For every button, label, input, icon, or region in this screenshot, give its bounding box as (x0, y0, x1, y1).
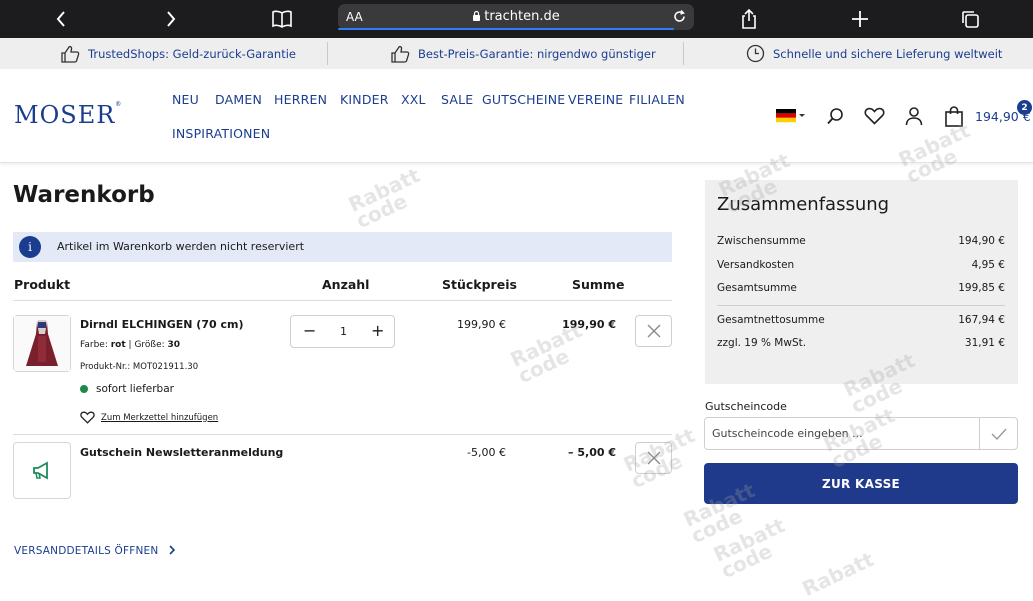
search-icon[interactable] (824, 105, 846, 127)
summary-row-total: Gesamtsumme 199,85 € (717, 282, 1005, 294)
nav-gutscheine[interactable]: GUTSCHEINE (482, 92, 565, 107)
german-flag-icon (776, 109, 805, 123)
checkout-button[interactable]: ZUR KASSE (704, 463, 1018, 504)
watermark: Rabatt (798, 547, 878, 601)
trust-divider (327, 42, 328, 65)
divider (13, 434, 672, 435)
close-icon (647, 451, 660, 465)
column-sum: Summe (572, 277, 625, 292)
order-summary: Zusammenfassung Zwischensumme 194,90 € Ve… (705, 180, 1018, 384)
product-image-dirndl[interactable] (13, 315, 71, 372)
watermark: Rabatt code (344, 162, 424, 234)
coupon-sum: – 5,00 € (568, 446, 616, 459)
quantity-stepper: − 1 + (290, 315, 395, 348)
nav-inspirationen[interactable]: INSPIRATIONEN (172, 126, 270, 141)
forward-icon[interactable] (158, 6, 184, 32)
availability-dot-icon (80, 385, 88, 393)
coupon-name: Gutschein Newsletteranmeldung (80, 446, 284, 459)
wishlist-heart-icon[interactable] (863, 105, 885, 127)
url-text: trachten.de (338, 9, 694, 24)
megaphone-icon (33, 461, 48, 480)
trust-divider (683, 42, 684, 65)
bookmarks-icon[interactable] (269, 6, 295, 32)
heart-icon (80, 411, 95, 424)
column-unit-price: Stückpreis (442, 277, 517, 292)
trust-item-guarantee[interactable]: TrustedShops: Geld-zurück-Garantie (60, 38, 296, 69)
browser-toolbar: AA trachten.de (0, 0, 1033, 38)
language-selector[interactable] (775, 105, 807, 127)
summary-row-vat: zzgl. 19 % MwSt. 31,91 € (717, 337, 1005, 349)
back-icon[interactable] (48, 6, 74, 32)
remove-item-button[interactable] (635, 315, 672, 347)
product-variant: Farbe: rot | Größe: 30 (80, 340, 181, 350)
line-sum: 199,90 € (562, 318, 616, 331)
column-product: Produkt (14, 277, 71, 292)
summary-row-net: Gesamtnettosumme 167,94 € (717, 314, 1005, 326)
chevron-right-icon (169, 545, 176, 555)
thumbs-up-icon (61, 45, 80, 63)
unit-price: 199,90 € (457, 318, 506, 331)
coupon-label: Gutscheincode (705, 400, 787, 413)
remove-coupon-button[interactable] (635, 442, 672, 474)
dirndl-image (14, 316, 70, 371)
coupon-unit-price: -5,00 € (467, 446, 506, 459)
load-progress (338, 28, 674, 30)
summary-divider (717, 305, 1005, 306)
shipping-details-toggle[interactable]: VERSANDDETAILS ÖFFNEN (14, 545, 176, 557)
divider (13, 300, 672, 301)
page-title: Warenkorb (13, 182, 155, 208)
add-to-wishlist-link[interactable]: Zum Merkzettel hinzufügen (80, 411, 218, 424)
nav-herren[interactable]: HERREN (274, 92, 327, 107)
info-icon: i (19, 236, 41, 258)
nav-filialen[interactable]: FILIALEN (629, 92, 685, 107)
tabs-icon[interactable] (957, 6, 983, 32)
address-bar[interactable]: AA trachten.de (338, 4, 694, 30)
lock-icon (473, 10, 481, 21)
cart-bag-icon[interactable] (943, 105, 965, 127)
reservation-notice: i Artikel im Warenkorb werden nicht rese… (13, 232, 672, 262)
apply-coupon-button[interactable] (979, 417, 1018, 450)
nav-kinder[interactable]: KINDER (340, 92, 389, 107)
new-tab-icon[interactable] (847, 6, 873, 32)
availability-status: sofort lieferbar (80, 383, 174, 395)
qty-value[interactable]: 1 (340, 325, 347, 338)
summary-title: Zusammenfassung (717, 194, 890, 215)
nav-damen[interactable]: DAMEN (215, 92, 262, 107)
summary-row-subtotal: Zwischensumme 194,90 € (717, 235, 1005, 247)
product-sku: Produkt-Nr.: MOT021911.30 (80, 362, 199, 372)
reload-icon[interactable] (672, 9, 687, 24)
cart-count-badge: 2 (1017, 100, 1032, 115)
summary-row-shipping: Versandkosten 4,95 € (717, 259, 1005, 271)
trust-item-delivery[interactable]: Schnelle und sichere Lieferung weltweit (746, 38, 1002, 69)
nav-sale[interactable]: SALE (441, 92, 473, 107)
nav-xxl[interactable]: XXL (401, 92, 426, 107)
product-name[interactable]: Dirndl ELCHINGEN (70 cm) (80, 318, 244, 331)
increase-qty-button[interactable]: + (371, 321, 384, 340)
nav-neu[interactable]: NEU (172, 92, 199, 107)
watermark: Rabatt code (709, 512, 789, 584)
account-user-icon[interactable] (903, 105, 925, 127)
close-icon (647, 324, 660, 338)
checkmark-icon (991, 428, 1007, 440)
nav-vereine[interactable]: VEREINE (568, 92, 623, 107)
trust-bar: TrustedShops: Geld-zurück-Garantie Best-… (0, 38, 1033, 69)
clock-icon (746, 44, 765, 63)
thumbs-up-icon (391, 45, 410, 63)
trust-item-best-price[interactable]: Best-Preis-Garantie: nirgendwo günstiger (390, 38, 656, 69)
coupon-image[interactable] (13, 442, 71, 499)
coupon-input[interactable] (704, 417, 980, 450)
decrease-qty-button[interactable]: − (303, 321, 316, 340)
moser-logo[interactable]: MOSER® (14, 101, 122, 129)
site-header: MOSER® NEU DAMEN HERREN KINDER XXL SALE … (0, 69, 1033, 163)
column-qty: Anzahl (322, 277, 370, 292)
share-icon[interactable] (736, 6, 762, 32)
